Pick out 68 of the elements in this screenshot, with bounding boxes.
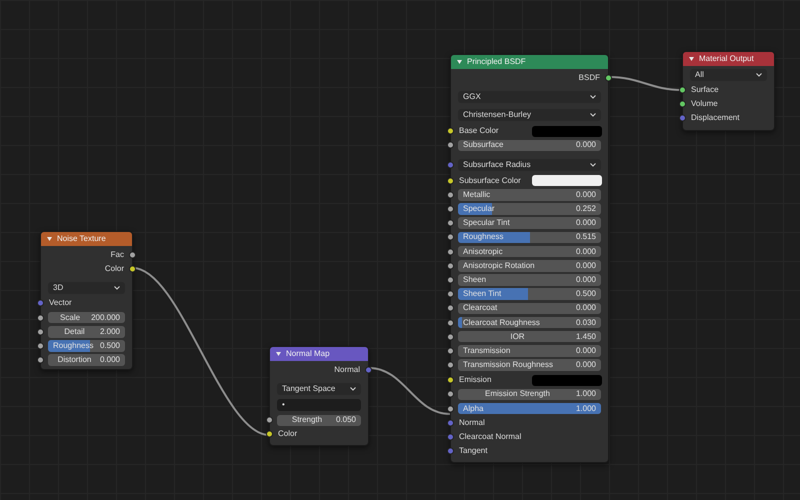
node-title: Material Output — [699, 53, 754, 65]
dropdown-field[interactable]: Tangent Space — [277, 383, 361, 396]
collapse-arrow-icon[interactable] — [689, 57, 694, 61]
chevron-down-icon — [114, 286, 120, 290]
collapse-arrow-icon[interactable] — [276, 352, 281, 356]
slider-field[interactable]: Transmission 0.000 — [458, 345, 601, 357]
slider-field[interactable]: Anisotropic Rotation 0.000 — [458, 260, 601, 272]
slider-field[interactable]: Transmission Roughness 0.000 — [458, 359, 601, 371]
dropdown-field[interactable]: All — [690, 69, 767, 81]
socket-icon[interactable] — [605, 74, 612, 82]
color-swatch[interactable] — [532, 175, 602, 186]
collapse-arrow-icon[interactable] — [47, 237, 52, 241]
node-panel[interactable] — [450, 54, 609, 464]
node-header[interactable]: Normal Map — [270, 347, 368, 361]
slider-field[interactable]: Subsurface 0.000 — [458, 140, 601, 152]
color-swatch[interactable] — [532, 374, 602, 386]
dropdown-field[interactable]: Subsurface Radius — [458, 158, 601, 171]
dropdown-field[interactable]: Christensen-Burley — [458, 109, 601, 122]
node-title: Noise Texture — [57, 233, 106, 245]
chevron-down-icon — [590, 162, 596, 167]
socket-label: Emission — [459, 374, 492, 386]
slider-field[interactable]: Roughness 0.515 — [458, 232, 601, 244]
collapse-arrow-icon[interactable] — [457, 60, 462, 64]
slider-field[interactable]: Anisotropic 0.000 — [458, 246, 601, 258]
number-field[interactable]: Distortion 0.000 — [48, 354, 125, 366]
slider-field[interactable]: Sheen 0.000 — [458, 274, 601, 286]
node-header[interactable]: Noise Texture — [41, 232, 132, 246]
slider-field[interactable]: Clearcoat Roughness 0.030 — [458, 316, 601, 328]
socket-label: Vector — [49, 297, 72, 310]
dropdown-field[interactable]: GGX — [458, 91, 601, 104]
node-title: Principled BSDF — [467, 56, 526, 68]
node-header[interactable]: Material Output — [683, 52, 774, 66]
slider-field[interactable]: Sheen Tint 0.500 — [458, 288, 601, 300]
node-editor-canvas[interactable] — [0, 0, 800, 500]
socket-label: Displacement — [691, 112, 740, 124]
wire[interactable] — [368, 367, 450, 415]
chevron-down-icon — [590, 95, 596, 100]
color-swatch[interactable] — [532, 126, 602, 137]
node-panel[interactable]: Material Output All Surface Volume Displacement — [682, 51, 775, 131]
socket-label: Fac — [110, 249, 124, 262]
chevron-down-icon — [590, 113, 596, 118]
number-field[interactable]: Emission Strength 1.000 — [458, 388, 601, 400]
slider-field[interactable]: Metallic 0.000 — [458, 189, 601, 201]
dropdown-field[interactable]: 3D — [48, 282, 125, 294]
socket-label: Surface — [691, 84, 719, 96]
socket-label: Color — [104, 263, 124, 276]
number-field[interactable]: Strength 0.050 — [277, 414, 361, 426]
number-field[interactable]: IOR 1.450 — [458, 330, 601, 342]
chevron-down-icon — [756, 73, 762, 77]
slider-field[interactable]: Specular Tint 0.000 — [458, 217, 601, 229]
socket-label: Clearcoat Normal — [459, 431, 522, 444]
number-field[interactable]: Detail 2.000 — [48, 326, 125, 338]
socket-label: BSDF — [578, 72, 600, 84]
socket-label: Base Color — [459, 125, 499, 138]
slider-field[interactable]: Clearcoat 0.000 — [458, 302, 601, 314]
number-field[interactable]: Scale 200.000 — [48, 312, 125, 324]
socket-label: Normal — [334, 364, 360, 376]
chevron-down-icon — [350, 387, 356, 392]
text-field[interactable]: • — [277, 399, 361, 412]
socket-label: Color — [278, 428, 298, 440]
socket-label: Normal — [459, 416, 485, 429]
node-header[interactable]: Principled BSDF — [451, 55, 608, 69]
node-panel[interactable]: Normal Map Normal Tangent Space • Strength 0.050 Color — [269, 346, 369, 446]
socket-label: Tangent — [459, 445, 488, 458]
node-title: Normal Map — [286, 348, 330, 360]
slider-field[interactable]: Alpha 1.000 — [458, 402, 601, 414]
socket-label: Volume — [691, 98, 718, 110]
socket-label: Subsurface Color — [459, 174, 521, 187]
